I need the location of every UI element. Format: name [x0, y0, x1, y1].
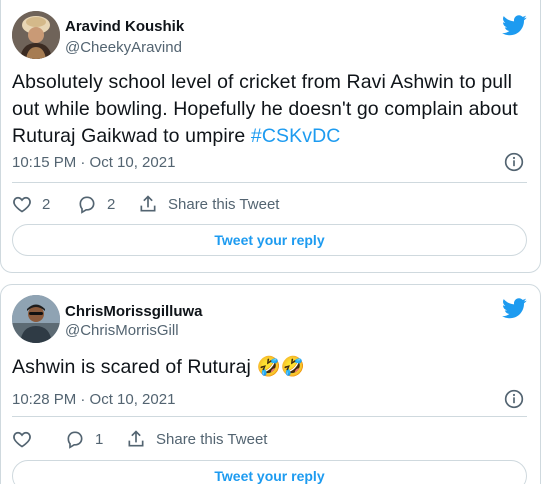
divider — [12, 182, 527, 183]
like-heart-icon — [13, 196, 31, 213]
hashtag-link[interactable]: #CSKvDC — [251, 125, 341, 147]
tweet-text: Absolutely school level of cricket from … — [12, 69, 526, 150]
emoji-rofl-icon: 🤣🤣 — [256, 356, 306, 378]
reply-button[interactable]: 1 — [65, 428, 103, 450]
author-name[interactable]: ChrisMorissgilluwa — [65, 303, 203, 321]
author-handle[interactable]: @CheekyAravind — [65, 39, 182, 57]
share-label: Share this Tweet — [168, 195, 280, 213]
author-name[interactable]: Aravind Koushik — [65, 18, 184, 36]
tweet-text: Ashwin is scared of Ruturaj 🤣🤣 — [12, 354, 526, 381]
author-handle[interactable]: @ChrisMorrisGill — [65, 322, 179, 340]
like-button[interactable]: 2 — [12, 193, 50, 215]
reply-count: 1 — [95, 430, 104, 448]
like-button[interactable] — [12, 428, 42, 450]
share-label: Share this Tweet — [156, 430, 268, 448]
like-heart-icon — [13, 431, 31, 448]
twitter-bird-icon[interactable] — [502, 15, 527, 36]
tweet-card: Aravind Koushik @CheekyAravind Absolutel… — [0, 0, 541, 273]
reply-count: 2 — [107, 195, 116, 213]
reply-button[interactable]: 2 — [77, 193, 115, 215]
like-count: 2 — [42, 195, 51, 213]
divider — [12, 416, 527, 417]
twitter-bird-icon[interactable] — [502, 298, 527, 319]
reply-bubble-icon — [67, 431, 83, 449]
share-button[interactable]: Share this Tweet — [126, 428, 267, 450]
share-button[interactable]: Share this Tweet — [138, 193, 279, 215]
tweet-text-plain: Ashwin is scared of Ruturaj — [12, 356, 257, 378]
info-icon[interactable] — [504, 152, 524, 172]
avatar-turban-icon[interactable] — [12, 11, 60, 59]
tweet-your-reply-button[interactable]: Tweet your reply — [12, 460, 527, 484]
avatar-cricketer-icon[interactable] — [12, 295, 60, 343]
share-icon — [128, 430, 144, 447]
info-icon[interactable] — [504, 389, 524, 409]
tweet-card: ChrisMorissgilluwa @ChrisMorrisGill Ashw… — [0, 284, 541, 484]
tweet-timestamp[interactable]: 10:15 PM · Oct 10, 2021 — [12, 154, 175, 172]
tweet-actions: 1 Share this Tweet — [12, 428, 527, 450]
share-icon — [140, 195, 156, 212]
tweet-your-reply-button[interactable]: Tweet your reply — [12, 224, 527, 256]
tweet-timestamp[interactable]: 10:28 PM · Oct 10, 2021 — [12, 391, 175, 409]
reply-bubble-icon — [79, 196, 95, 214]
tweet-actions: 2 2 Share this Tweet — [12, 193, 527, 215]
